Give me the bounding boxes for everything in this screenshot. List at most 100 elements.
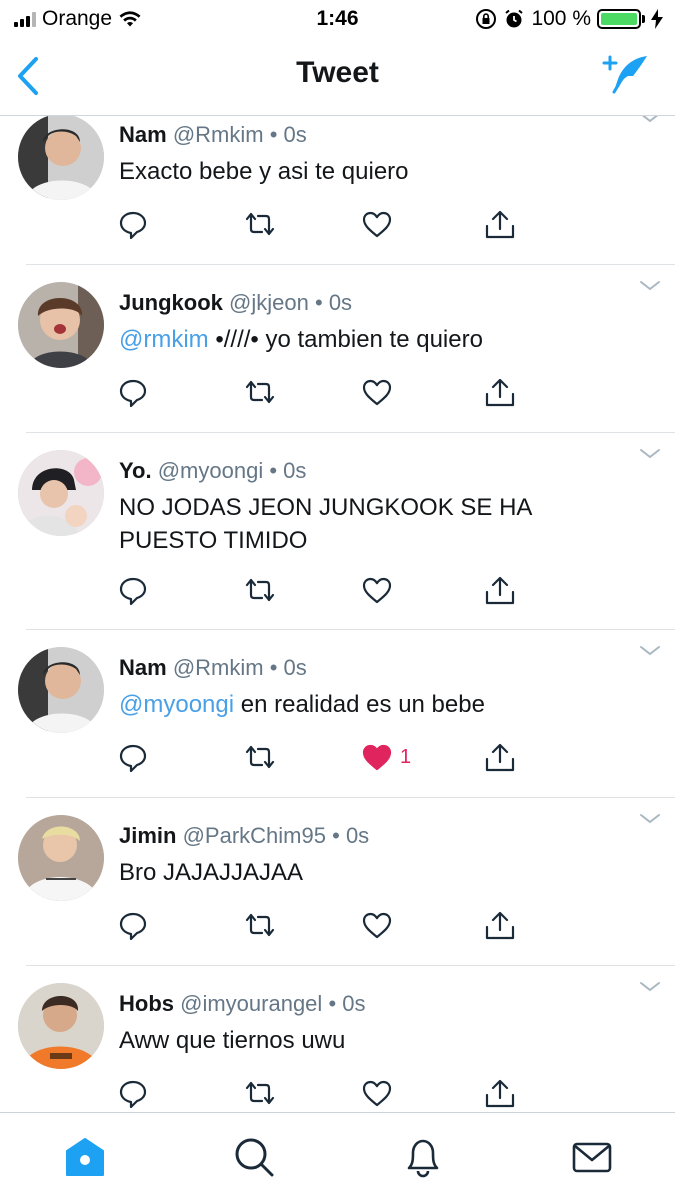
tweet-text: Exacto bebe y asi te quiero xyxy=(119,155,619,188)
like-count: 1 xyxy=(400,745,412,768)
tweet-author-handle[interactable]: @Rmkim xyxy=(173,122,264,147)
tweet-text: @rmkim •////• yo tambien te quiero xyxy=(119,323,619,356)
tab-notifications[interactable] xyxy=(401,1135,445,1179)
tweet-timestamp: 0s xyxy=(283,122,307,147)
status-bar: Orange 1:46 100 % xyxy=(0,0,675,38)
share-button[interactable] xyxy=(484,743,516,773)
tweet-item[interactable]: Yo. @myoongi • 0s NO JODAS JEON JUNGKOOK… xyxy=(0,432,675,630)
reply-button[interactable] xyxy=(119,743,147,773)
reply-button[interactable] xyxy=(119,210,147,240)
heart-icon xyxy=(362,577,392,604)
tab-messages[interactable] xyxy=(570,1135,614,1179)
retweet-button[interactable] xyxy=(244,210,276,238)
share-button[interactable] xyxy=(484,378,516,408)
tweet-author-name[interactable]: Jimin xyxy=(119,823,176,848)
avatar[interactable] xyxy=(18,983,104,1069)
like-button[interactable] xyxy=(362,1079,400,1107)
battery-icon xyxy=(597,9,645,29)
tweet-author-name[interactable]: Nam xyxy=(119,655,167,680)
tweet-mention[interactable]: @myoongi xyxy=(119,691,234,718)
avatar[interactable] xyxy=(18,450,104,536)
avatar[interactable] xyxy=(18,647,104,733)
compose-button[interactable] xyxy=(601,52,651,98)
chevron-down-icon[interactable] xyxy=(639,116,661,124)
battery-fill xyxy=(601,13,637,25)
tweet-feed[interactable]: Nam @Rmkim • 0s Exacto bebe y asi te qui… xyxy=(0,116,675,1112)
tweet-body: Exacto bebe y asi te quiero xyxy=(119,158,409,185)
tweet-item[interactable]: Nam @Rmkim • 0s @myoongi en realidad es … xyxy=(0,629,675,798)
chevron-down-icon[interactable] xyxy=(639,981,661,993)
avatar[interactable] xyxy=(18,282,104,368)
share-icon xyxy=(485,576,515,605)
reply-icon xyxy=(119,744,147,773)
signal-icon xyxy=(14,11,36,27)
chevron-down-icon[interactable] xyxy=(639,448,661,460)
tweet-separator: • xyxy=(332,823,340,848)
tweet-author-name[interactable]: Jungkook xyxy=(119,290,223,315)
retweet-button[interactable] xyxy=(244,576,276,604)
tweet-actions xyxy=(0,210,675,250)
share-button[interactable] xyxy=(484,210,516,240)
tweet-author-handle[interactable]: @jkjeon xyxy=(229,290,309,315)
reply-icon xyxy=(119,211,147,240)
chevron-down-icon[interactable] xyxy=(639,645,661,657)
tab-search[interactable] xyxy=(232,1135,276,1179)
tweet-author-handle[interactable]: @imyourangel xyxy=(180,991,322,1016)
retweet-icon xyxy=(245,913,275,937)
wifi-icon xyxy=(119,11,141,27)
like-button[interactable] xyxy=(362,378,400,406)
share-icon xyxy=(485,378,515,407)
tweet-body: •////• yo tambien te quiero xyxy=(208,326,483,353)
share-button[interactable] xyxy=(484,576,516,606)
tweet-author-name[interactable]: Hobs xyxy=(119,991,174,1016)
tweet-author-name[interactable]: Yo. xyxy=(119,458,152,483)
avatar[interactable] xyxy=(18,116,104,200)
home-icon xyxy=(66,1138,104,1176)
tweet-actions xyxy=(0,576,675,616)
reply-button[interactable] xyxy=(119,576,147,606)
reply-button[interactable] xyxy=(119,378,147,408)
tweet-text: NO JODAS JEON JUNGKOOK SE HA PUESTO TIMI… xyxy=(119,491,589,557)
tweet-timestamp: 0s xyxy=(342,991,366,1016)
heart-icon xyxy=(362,379,392,406)
share-button[interactable] xyxy=(484,1079,516,1109)
tweet-actions xyxy=(0,378,675,418)
retweet-button[interactable] xyxy=(244,911,276,939)
chevron-down-icon[interactable] xyxy=(639,813,661,825)
retweet-button[interactable] xyxy=(244,743,276,771)
tweet-item[interactable]: Hobs @imyourangel • 0s Aww que tiernos u… xyxy=(0,965,675,1112)
like-button[interactable] xyxy=(362,576,400,604)
share-icon xyxy=(485,911,515,940)
rotation-lock-icon xyxy=(476,9,497,29)
tweet-item[interactable]: Jungkook @jkjeon • 0s @rmkim •////• yo t… xyxy=(0,264,675,433)
tweet-author-handle[interactable]: @Rmkim xyxy=(173,655,264,680)
like-button[interactable] xyxy=(362,210,400,238)
share-icon xyxy=(485,743,515,772)
tweet-separator: • xyxy=(314,290,323,315)
retweet-button[interactable] xyxy=(244,1079,276,1107)
tweet-header: Hobs @imyourangel • 0s xyxy=(119,991,366,1017)
tab-home[interactable] xyxy=(63,1135,107,1179)
tweet-item[interactable]: Jimin @ParkChim95 • 0s Bro JAJAJJAJAA xyxy=(0,797,675,966)
retweet-icon xyxy=(245,578,275,602)
tweet-author-handle[interactable]: @ParkChim95 xyxy=(183,823,326,848)
tweet-author-name[interactable]: Nam xyxy=(119,122,167,147)
like-button[interactable] xyxy=(362,911,400,939)
tweet-actions xyxy=(0,911,675,951)
reply-button[interactable] xyxy=(119,1079,147,1109)
tweet-author-handle[interactable]: @myoongi xyxy=(158,458,264,483)
chevron-down-icon[interactable] xyxy=(639,280,661,292)
reply-button[interactable] xyxy=(119,911,147,941)
avatar[interactable] xyxy=(18,815,104,901)
tweet-header: Jungkook @jkjeon • 0s xyxy=(119,290,352,316)
tweet-item[interactable]: Nam @Rmkim • 0s Exacto bebe y asi te qui… xyxy=(0,116,675,265)
screen: Orange 1:46 100 % Tweet Nam @Rmkim • 0s … xyxy=(0,0,675,1200)
share-button[interactable] xyxy=(484,911,516,941)
like-button[interactable]: 1 xyxy=(362,743,411,771)
retweet-button[interactable] xyxy=(244,378,276,406)
tweet-separator: • xyxy=(269,458,278,483)
compose-feather-icon xyxy=(602,55,647,94)
tweet-mention[interactable]: @rmkim xyxy=(119,326,209,353)
page-title: Tweet xyxy=(296,56,379,89)
heart-filled-icon xyxy=(362,744,392,771)
